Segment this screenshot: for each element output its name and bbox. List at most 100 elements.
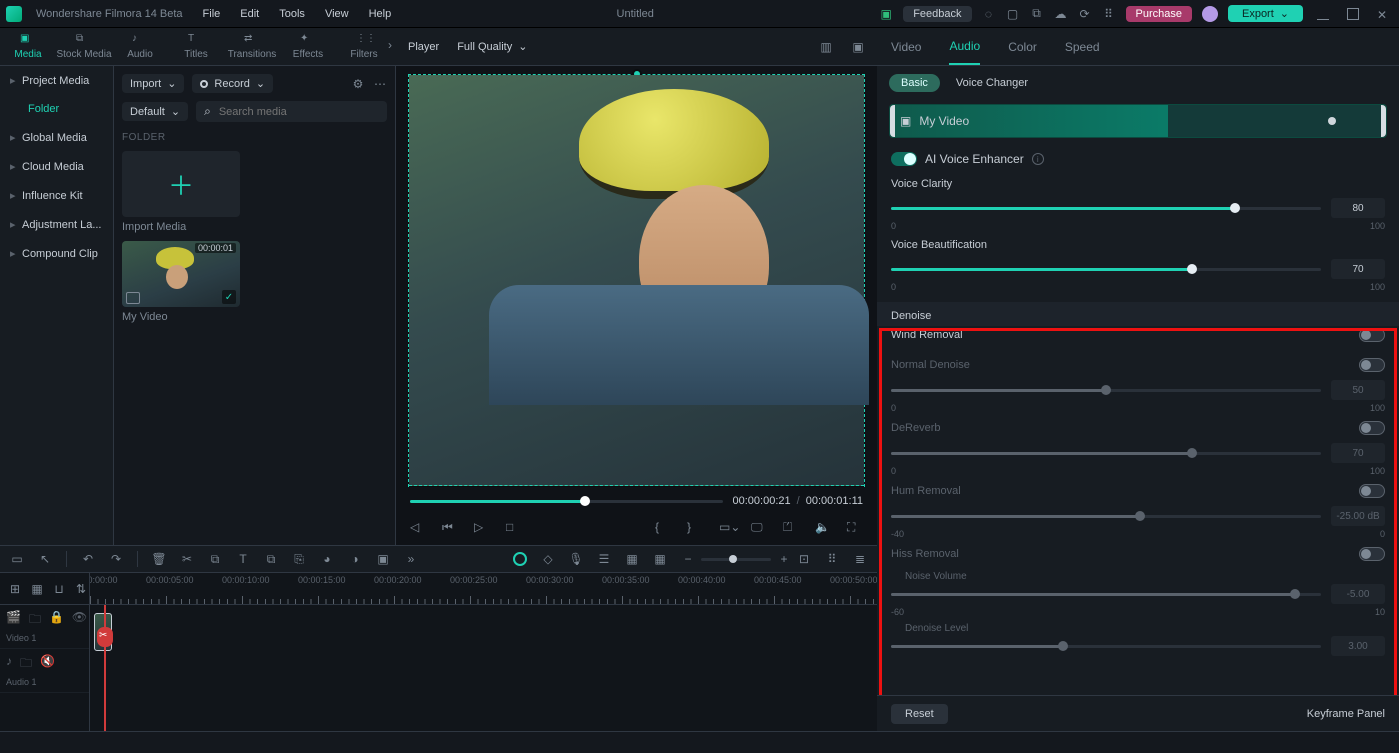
window-minimize-icon[interactable] bbox=[1317, 8, 1329, 20]
tab-effects[interactable]: ✦Effects bbox=[280, 28, 336, 66]
tab-audio-props[interactable]: Audio bbox=[949, 29, 980, 65]
voice-clarity-slider[interactable] bbox=[891, 207, 1321, 210]
menu-edit[interactable]: Edit bbox=[240, 8, 259, 20]
ai-voice-enhancer-toggle[interactable] bbox=[891, 152, 917, 166]
scrub-slider[interactable] bbox=[410, 500, 723, 503]
tab-titles[interactable]: TTitles bbox=[168, 28, 224, 66]
select-tool-icon[interactable]: ▭ bbox=[10, 552, 24, 566]
crop-icon[interactable]: ⧉ bbox=[208, 552, 222, 566]
snapshot-button[interactable]: ⏍ bbox=[783, 520, 799, 536]
speed-icon[interactable]: ◕ bbox=[320, 552, 334, 566]
picture-icon[interactable]: ▣ bbox=[851, 40, 865, 54]
playhead[interactable]: ✂ bbox=[104, 605, 106, 731]
cloud-icon[interactable]: ☁ bbox=[1054, 7, 1068, 21]
voice-beautification-slider[interactable] bbox=[891, 268, 1321, 271]
normal-denoise-toggle[interactable] bbox=[1359, 358, 1385, 372]
search-input[interactable]: ⌕ bbox=[196, 101, 387, 122]
audio-clip-bar[interactable]: ▣ My Video bbox=[889, 104, 1387, 138]
lock-icon[interactable]: 🔒 bbox=[49, 610, 64, 631]
tab-audio[interactable]: ♪Audio bbox=[112, 28, 168, 66]
menu-tools[interactable]: Tools bbox=[279, 8, 305, 20]
noise-volume-slider[interactable] bbox=[891, 593, 1321, 596]
feedback-button[interactable]: Feedback bbox=[903, 6, 971, 22]
link-icon[interactable]: ⎘ bbox=[292, 552, 306, 566]
quality-select[interactable]: Full Quality ⌄ bbox=[457, 40, 527, 53]
copy-icon[interactable]: ⧉ bbox=[264, 552, 278, 566]
hum-removal-slider[interactable] bbox=[891, 515, 1321, 518]
wind-removal-toggle[interactable] bbox=[1359, 328, 1385, 342]
link-tracks-icon[interactable]: ⇅ bbox=[74, 582, 88, 596]
history-icon[interactable]: ⟳ bbox=[1078, 7, 1092, 21]
voice-beautification-value[interactable]: 70 bbox=[1331, 259, 1385, 279]
menu-help[interactable]: Help bbox=[369, 8, 392, 20]
layout-icon[interactable]: ▥ bbox=[819, 40, 833, 54]
player-tab[interactable]: Player bbox=[408, 41, 439, 53]
sidebar-item-influence-kit[interactable]: ▸Influence Kit bbox=[0, 181, 113, 210]
voice-clarity-value[interactable]: 80 bbox=[1331, 198, 1385, 218]
zoom-in-icon[interactable]: + bbox=[777, 552, 791, 566]
voiceover-icon[interactable]: 🎙 bbox=[569, 552, 583, 566]
preview-canvas[interactable] bbox=[408, 74, 865, 487]
aspect-button[interactable]: ▭⌄ bbox=[719, 520, 735, 536]
tab-transitions[interactable]: ⇄Transitions bbox=[224, 28, 280, 66]
redo-icon[interactable]: ↷ bbox=[109, 552, 123, 566]
tab-stock-media[interactable]: ⧉Stock Media bbox=[56, 28, 112, 66]
menu-view[interactable]: View bbox=[325, 8, 349, 20]
tab-color[interactable]: Color bbox=[1008, 30, 1037, 64]
purchase-button[interactable]: Purchase bbox=[1126, 6, 1192, 22]
apps-icon[interactable]: ⠿ bbox=[1102, 7, 1116, 21]
more-tabs-icon[interactable]: › bbox=[388, 38, 392, 52]
window-maximize-icon[interactable] bbox=[1347, 8, 1359, 20]
more-tools-icon[interactable]: » bbox=[404, 552, 418, 566]
subtab-voice-changer[interactable]: Voice Changer bbox=[956, 77, 1028, 89]
hum-removal-toggle[interactable] bbox=[1359, 484, 1385, 498]
keyframe-panel-button[interactable]: Keyframe Panel bbox=[1307, 708, 1385, 720]
pointer-tool-icon[interactable]: ↖ bbox=[38, 552, 52, 566]
save-icon[interactable]: ⧉ bbox=[1030, 7, 1044, 21]
zoom-fit-icon[interactable]: ⊡ bbox=[797, 552, 811, 566]
magnet-icon[interactable]: ⊔ bbox=[52, 582, 66, 596]
sidebar-item-folder[interactable]: Folder bbox=[0, 95, 113, 123]
dereverb-slider[interactable] bbox=[891, 452, 1321, 455]
marker-icon[interactable]: ◇ bbox=[541, 552, 555, 566]
add-track-icon[interactable]: ⊞ bbox=[8, 582, 22, 596]
zoom-slider[interactable] bbox=[701, 558, 771, 561]
eye-icon[interactable]: 👁 bbox=[72, 610, 87, 631]
clip-handle-right[interactable] bbox=[1381, 105, 1386, 137]
filter-icon[interactable]: ⚙ bbox=[351, 77, 365, 91]
fullscreen-button[interactable]: ⛶ bbox=[847, 520, 863, 536]
snap-icon[interactable]: ▦ bbox=[653, 552, 667, 566]
hiss-removal-toggle[interactable] bbox=[1359, 547, 1385, 561]
zoom-out-icon[interactable]: − bbox=[681, 552, 695, 566]
track-group-icon[interactable]: ▦ bbox=[30, 582, 44, 596]
audio-track-header[interactable]: ♪🗀🔇 Audio 1 bbox=[0, 649, 89, 693]
dereverb-toggle[interactable] bbox=[1359, 421, 1385, 435]
display-button[interactable]: 🖵 bbox=[751, 520, 767, 536]
import-dropdown[interactable]: Import ⌄ bbox=[122, 74, 184, 93]
device-icon[interactable]: ▢ bbox=[1006, 7, 1020, 21]
mute-icon[interactable]: 🔇 bbox=[40, 654, 55, 675]
text-icon[interactable]: T bbox=[236, 552, 250, 566]
sidebar-item-adjustment-layer[interactable]: ▸Adjustment La... bbox=[0, 210, 113, 239]
reset-button[interactable]: Reset bbox=[891, 704, 948, 724]
render-indicator-icon[interactable] bbox=[513, 552, 527, 566]
timeline-view-icon[interactable]: ⠿ bbox=[825, 552, 839, 566]
denoise-level-slider[interactable] bbox=[891, 645, 1321, 648]
sidebar-item-cloud-media[interactable]: ▸Cloud Media bbox=[0, 152, 113, 181]
tab-video[interactable]: Video bbox=[891, 30, 921, 64]
play-button[interactable]: ▷ bbox=[474, 520, 490, 536]
split-icon[interactable]: ✂ bbox=[180, 552, 194, 566]
sidebar-item-compound-clip[interactable]: ▸Compound Clip bbox=[0, 239, 113, 268]
volume-button[interactable]: 🔈 bbox=[815, 520, 831, 536]
delete-icon[interactable]: 🗑 bbox=[152, 552, 166, 566]
color-icon[interactable]: ◑ bbox=[348, 552, 362, 566]
sidebar-item-global-media[interactable]: ▸Global Media bbox=[0, 123, 113, 152]
mark-out-button[interactable]: } bbox=[687, 520, 703, 536]
window-close-icon[interactable]: ✕ bbox=[1377, 8, 1389, 20]
stop-button[interactable]: □ bbox=[506, 520, 522, 536]
sidebar-item-project-media[interactable]: ▸Project Media bbox=[0, 66, 113, 95]
mixer-icon[interactable]: ☰ bbox=[597, 552, 611, 566]
record-status-icon[interactable]: ◌ bbox=[982, 7, 996, 21]
track-view-icon[interactable]: ▦ bbox=[625, 552, 639, 566]
tab-media[interactable]: ▣Media bbox=[0, 28, 56, 66]
